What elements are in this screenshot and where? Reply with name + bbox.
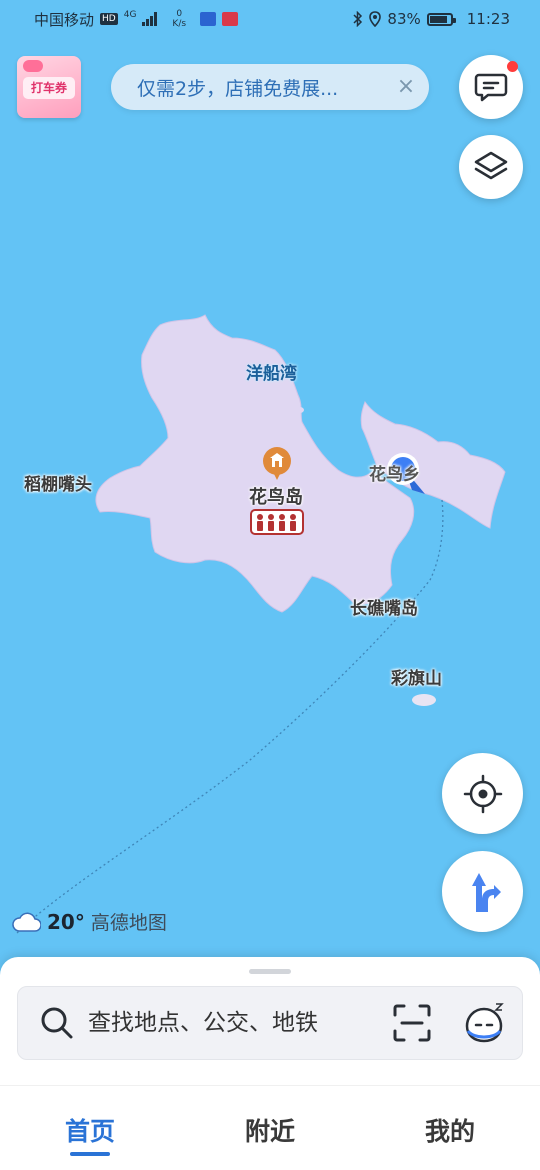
search-input[interactable] xyxy=(88,1010,392,1036)
chat-bubble-icon xyxy=(474,73,508,102)
taxi-coupon-button[interactable]: 打车券 xyxy=(17,56,81,118)
status-bar: 中国移动 HD 4G 0 K/s 83% 11:23 xyxy=(0,0,540,38)
bottom-tab-bar: 首页 附近 我的 xyxy=(0,1085,540,1170)
book-notification-icon xyxy=(222,12,239,26)
temperature: 20° xyxy=(47,909,85,934)
bottom-sheet[interactable]: 首页 附近 我的 xyxy=(0,957,540,1170)
ribbon-icon xyxy=(23,60,43,72)
promo-banner[interactable]: 仅需2步，店铺免费展... × xyxy=(111,64,429,110)
assistant-avatar-icon[interactable] xyxy=(462,1001,506,1045)
map-label-huaniaodao[interactable]: 花鸟岛 xyxy=(249,483,303,509)
coupon-label: 打车券 xyxy=(23,77,75,99)
net-speed-value: 0 xyxy=(176,9,183,19)
map-label-yangchuanwan[interactable]: 洋船湾 xyxy=(246,359,297,384)
route-planning-button[interactable] xyxy=(442,851,523,932)
crosshair-icon xyxy=(463,774,502,813)
tab-home[interactable]: 首页 xyxy=(0,1086,180,1170)
map-layers-button[interactable] xyxy=(459,135,523,199)
close-icon[interactable]: × xyxy=(395,76,417,98)
clock: 11:23 xyxy=(466,10,510,28)
islet-small xyxy=(296,407,304,413)
hd-badge: HD xyxy=(100,13,118,25)
scenic-poi-pin[interactable] xyxy=(261,446,293,480)
map-label-daopengzuitou[interactable]: 稻棚嘴头 xyxy=(24,470,92,495)
tab-nearby[interactable]: 附近 xyxy=(180,1086,360,1170)
crowd-level-badge[interactable] xyxy=(250,509,304,535)
locate-me-button[interactable] xyxy=(442,753,523,834)
islet-caiqi xyxy=(412,694,436,706)
scan-icon[interactable] xyxy=(392,1003,432,1043)
route-arrow-icon xyxy=(471,872,501,912)
pagoda-icon xyxy=(263,447,291,480)
message-button[interactable] xyxy=(459,55,523,119)
battery-icon xyxy=(426,12,456,26)
search-bar[interactable] xyxy=(17,986,523,1060)
location-pin-icon xyxy=(369,11,382,27)
map-label-caiqishan[interactable]: 彩旗山 xyxy=(391,664,442,689)
sheet-grabber[interactable] xyxy=(249,969,291,974)
app-notification-icon xyxy=(200,12,217,26)
map-label-changjiaozuidao[interactable]: 长礁嘴岛 xyxy=(350,594,418,619)
carrier-name: 中国移动 xyxy=(34,10,95,29)
search-icon xyxy=(41,1007,73,1039)
cloud-icon xyxy=(12,912,41,932)
network-type: 4G xyxy=(123,10,137,20)
people-icon xyxy=(257,514,296,531)
tab-mine[interactable]: 我的 xyxy=(360,1086,540,1170)
battery-percent: 83% xyxy=(387,10,421,28)
notification-dot xyxy=(507,61,518,72)
promo-banner-text: 仅需2步，店铺免费展... xyxy=(137,77,339,100)
layers-icon xyxy=(474,151,508,180)
net-speed-unit: K/s xyxy=(172,19,187,29)
signal-icon xyxy=(142,12,158,26)
brand-logo: 高德地图 xyxy=(90,912,167,934)
bluetooth-icon xyxy=(353,11,363,27)
map-label-huaniaoxiang[interactable]: 花鸟乡 xyxy=(369,460,420,485)
weather-widget[interactable]: 20° 高德地图 xyxy=(11,908,167,935)
